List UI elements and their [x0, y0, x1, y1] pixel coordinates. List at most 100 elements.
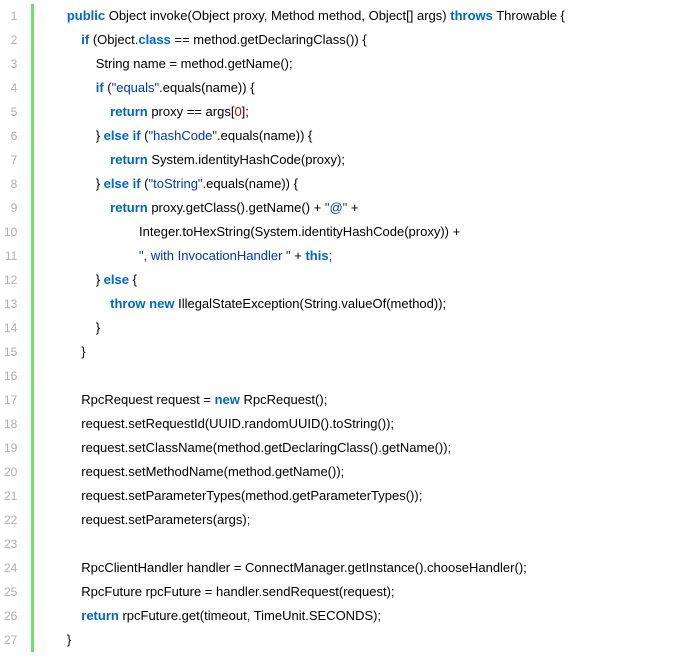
token-kw: return: [110, 152, 148, 167]
code-line: }: [52, 316, 679, 340]
token-kw: throw: [110, 296, 145, 311]
code-line: } else if ("hashCode".equals(name)) {: [52, 124, 679, 148]
code-line: request.setParameters(args);: [52, 508, 679, 532]
token-pl: }: [96, 320, 100, 335]
token-pl: }: [96, 176, 104, 191]
token-kw: new: [149, 296, 174, 311]
token-pl: }: [96, 128, 104, 143]
code-content: public Object invoke(Object proxy, Metho…: [34, 4, 679, 652]
line-number: 9: [0, 196, 21, 220]
code-line: request.setClassName(method.getDeclaring…: [52, 436, 679, 460]
token-pl: request.setRequestId(UUID.randomUUID().t…: [81, 416, 394, 431]
token-pl: rpcFuture.get(timeout, TimeUnit.SECONDS)…: [119, 608, 381, 623]
code-line: request.setMethodName(method.getName());: [52, 460, 679, 484]
line-number: 17: [0, 388, 21, 412]
line-number: 21: [0, 484, 21, 508]
token-str: "@": [325, 200, 347, 215]
line-number: 6: [0, 124, 21, 148]
token-pl: (: [104, 80, 112, 95]
code-line: RpcClientHandler handler = ConnectManage…: [52, 556, 679, 580]
token-kw: return: [81, 608, 119, 623]
token-pl: +: [347, 200, 358, 215]
line-number: 18: [0, 412, 21, 436]
token-pl: System.identityHashCode(proxy);: [148, 152, 345, 167]
token-pl: Integer.toHexString(System.identityHashC…: [139, 224, 460, 239]
line-number: 22: [0, 508, 21, 532]
token-pl: .equals(name)) {: [159, 80, 254, 95]
code-line: RpcFuture rpcFuture = handler.sendReques…: [52, 580, 679, 604]
token-this: this: [305, 248, 328, 263]
token-pl: (: [141, 176, 149, 191]
token-kw: throws: [450, 8, 493, 23]
token-pl: +: [291, 248, 306, 263]
line-number: 8: [0, 172, 21, 196]
token-pl: proxy.getClass().getName() +: [148, 200, 325, 215]
token-pl: Object invoke(Object proxy, Method metho…: [105, 8, 450, 23]
token-kw: else: [104, 272, 129, 287]
token-pl: ;: [329, 248, 333, 263]
line-number: 13: [0, 292, 21, 316]
code-line: throw new IllegalStateException(String.v…: [52, 292, 679, 316]
code-line: }: [52, 628, 679, 652]
code-line: RpcRequest request = new RpcRequest();: [52, 388, 679, 412]
token-str: ", with InvocationHandler ": [139, 248, 291, 263]
code-line: String name = method.getName();: [52, 52, 679, 76]
token-pl: RpcFuture rpcFuture = handler.sendReques…: [81, 584, 394, 599]
line-number: 23: [0, 532, 21, 556]
token-pl: proxy == args[: [148, 104, 235, 119]
token-kw: new: [215, 392, 240, 407]
code-line: if (Object.class == method.getDeclaringC…: [52, 28, 679, 52]
code-line: return System.identityHashCode(proxy);: [52, 148, 679, 172]
token-pl: }: [81, 344, 85, 359]
code-line: return proxy.getClass().getName() + "@" …: [52, 196, 679, 220]
code-line: return proxy == args[0];: [52, 100, 679, 124]
line-number: 1: [0, 4, 21, 28]
code-line: } else if ("toString".equals(name)) {: [52, 172, 679, 196]
line-number: 12: [0, 268, 21, 292]
token-pl: RpcRequest();: [240, 392, 327, 407]
token-str: "hashCode": [149, 128, 218, 143]
line-number: 10: [0, 220, 21, 244]
token-pl: RpcRequest request =: [81, 392, 214, 407]
code-block: 1234567891011121314151617181920212223242…: [0, 0, 679, 656]
token-num: 0: [234, 104, 241, 119]
token-pl: request.setMethodName(method.getName());: [81, 464, 344, 479]
line-number: 5: [0, 100, 21, 124]
token-pl: (: [141, 128, 149, 143]
line-number: 3: [0, 52, 21, 76]
line-number: 16: [0, 364, 21, 388]
token-pl: .equals(name)) {: [217, 128, 312, 143]
token-pl: request.setClassName(method.getDeclaring…: [81, 440, 451, 455]
token-pl: Throwable {: [493, 8, 565, 23]
line-number: 20: [0, 460, 21, 484]
token-pl: String name = method.getName();: [96, 56, 293, 71]
token-pl: }: [96, 272, 104, 287]
code-line: }: [52, 340, 679, 364]
token-str: "toString": [149, 176, 203, 191]
token-kw: return: [110, 200, 148, 215]
line-number: 4: [0, 76, 21, 100]
token-pl: request.setParameters(args);: [81, 512, 250, 527]
token-pl: }: [67, 632, 71, 647]
line-number: 19: [0, 436, 21, 460]
token-kw: class: [138, 32, 171, 47]
token-pl: RpcClientHandler handler = ConnectManage…: [81, 560, 527, 575]
line-number: 25: [0, 580, 21, 604]
line-number: 15: [0, 340, 21, 364]
token-pl: .equals(name)) {: [203, 176, 298, 191]
token-pl: IllegalStateException(String.valueOf(met…: [174, 296, 446, 311]
code-line: [52, 532, 679, 556]
token-str: "equals": [112, 80, 160, 95]
token-pl: == method.getDeclaringClass()) {: [171, 32, 367, 47]
line-number: 27: [0, 628, 21, 652]
token-kw: if: [96, 80, 104, 95]
token-kw: if: [133, 176, 141, 191]
line-number-gutter: 1234567891011121314151617181920212223242…: [0, 4, 34, 652]
token-kw: public: [67, 8, 105, 23]
token-pl: (Object.: [89, 32, 138, 47]
code-line: public Object invoke(Object proxy, Metho…: [52, 4, 679, 28]
code-line: request.setRequestId(UUID.randomUUID().t…: [52, 412, 679, 436]
line-number: 14: [0, 316, 21, 340]
token-kw: if: [133, 128, 141, 143]
token-pl: {: [129, 272, 137, 287]
